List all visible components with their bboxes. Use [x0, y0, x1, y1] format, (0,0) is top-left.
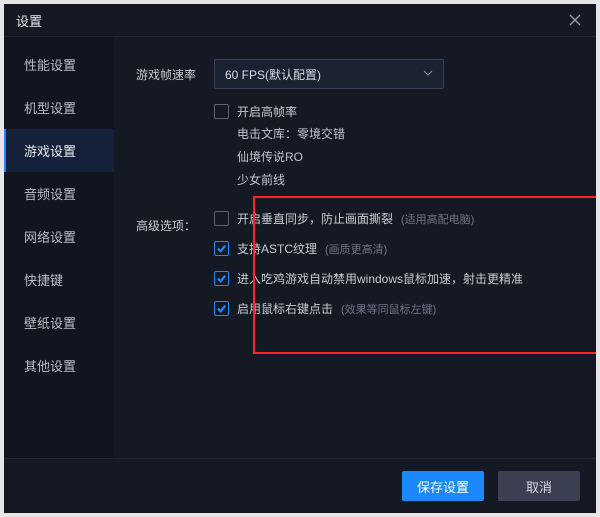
sidebar-item-network[interactable]: 网络设置	[4, 215, 114, 258]
adv-item-label: 启用鼠标右键点击	[237, 300, 333, 317]
chevron-down-icon	[423, 67, 433, 81]
titlebar: 设置	[4, 4, 596, 36]
settings-window: 设置 性能设置 机型设置 游戏设置 音频设置 网络设置 快捷键 壁纸设置 其他设…	[4, 4, 596, 513]
save-button[interactable]: 保存设置	[402, 471, 484, 501]
highfps-game-list: 电击文库：零境交错 仙境传说RO 少女前线	[214, 125, 345, 188]
list-item: 电击文库：零境交错	[237, 125, 345, 142]
list-item: 少女前线	[237, 171, 345, 188]
sidebar-item-model[interactable]: 机型设置	[4, 86, 114, 129]
adv-item-label: 支持ASTC纹理	[237, 240, 317, 257]
adv-vsync[interactable]: 开启垂直同步，防止画面撕裂 (适用高配电脑)	[214, 210, 523, 227]
adv-right-click[interactable]: 启用鼠标右键点击 (效果等同鼠标左键)	[214, 300, 523, 317]
checkbox-checked-icon	[214, 301, 229, 316]
window-title: 设置	[16, 11, 42, 30]
highfps-row: 开启高帧率 电击文库：零境交错 仙境传说RO 少女前线	[136, 103, 574, 188]
advanced-row: 高级选项： 开启垂直同步，防止画面撕裂 (适用高配电脑) 支持ASTC纹理 (画…	[136, 210, 574, 317]
cancel-button[interactable]: 取消	[498, 471, 580, 501]
list-item: 仙境传说RO	[237, 148, 345, 165]
adv-item-hint: (适用高配电脑)	[401, 211, 474, 227]
footer: 保存设置 取消	[4, 459, 596, 513]
checkbox-icon	[214, 104, 229, 119]
adv-item-label: 开启垂直同步，防止画面撕裂	[237, 210, 393, 227]
sidebar-item-audio[interactable]: 音频设置	[4, 172, 114, 215]
checkbox-checked-icon	[214, 241, 229, 256]
sidebar: 性能设置 机型设置 游戏设置 音频设置 网络设置 快捷键 壁纸设置 其他设置	[4, 37, 114, 458]
close-button[interactable]	[566, 11, 584, 29]
sidebar-item-game[interactable]: 游戏设置	[4, 129, 114, 172]
highfps-label: 开启高帧率	[237, 103, 297, 120]
sidebar-item-other[interactable]: 其他设置	[4, 344, 114, 387]
close-icon	[569, 14, 581, 26]
checkbox-icon	[214, 211, 229, 226]
fps-select[interactable]: 60 FPS(默认配置)	[214, 59, 444, 89]
adv-mouse-accel[interactable]: 进入吃鸡游戏自动禁用windows鼠标加速，射击更精准	[214, 270, 523, 287]
fps-select-value: 60 FPS(默认配置)	[225, 66, 321, 83]
adv-item-hint: (画质更高清)	[325, 241, 387, 257]
body: 性能设置 机型设置 游戏设置 音频设置 网络设置 快捷键 壁纸设置 其他设置 游…	[4, 36, 596, 458]
checkbox-checked-icon	[214, 271, 229, 286]
adv-astc[interactable]: 支持ASTC纹理 (画质更高清)	[214, 240, 523, 257]
highfps-checkbox-row[interactable]: 开启高帧率	[214, 103, 345, 120]
fps-label: 游戏帧速率	[136, 59, 214, 83]
adv-item-hint: (效果等同鼠标左键)	[341, 301, 436, 317]
sidebar-item-hotkeys[interactable]: 快捷键	[4, 258, 114, 301]
advanced-label: 高级选项：	[136, 210, 214, 234]
content: 游戏帧速率 60 FPS(默认配置) 开启高帧率 电击文库：零境交错	[114, 37, 596, 458]
adv-item-label: 进入吃鸡游戏自动禁用windows鼠标加速，射击更精准	[237, 270, 523, 287]
fps-row: 游戏帧速率 60 FPS(默认配置)	[136, 59, 574, 89]
sidebar-item-wallpaper[interactable]: 壁纸设置	[4, 301, 114, 344]
sidebar-item-performance[interactable]: 性能设置	[4, 43, 114, 86]
